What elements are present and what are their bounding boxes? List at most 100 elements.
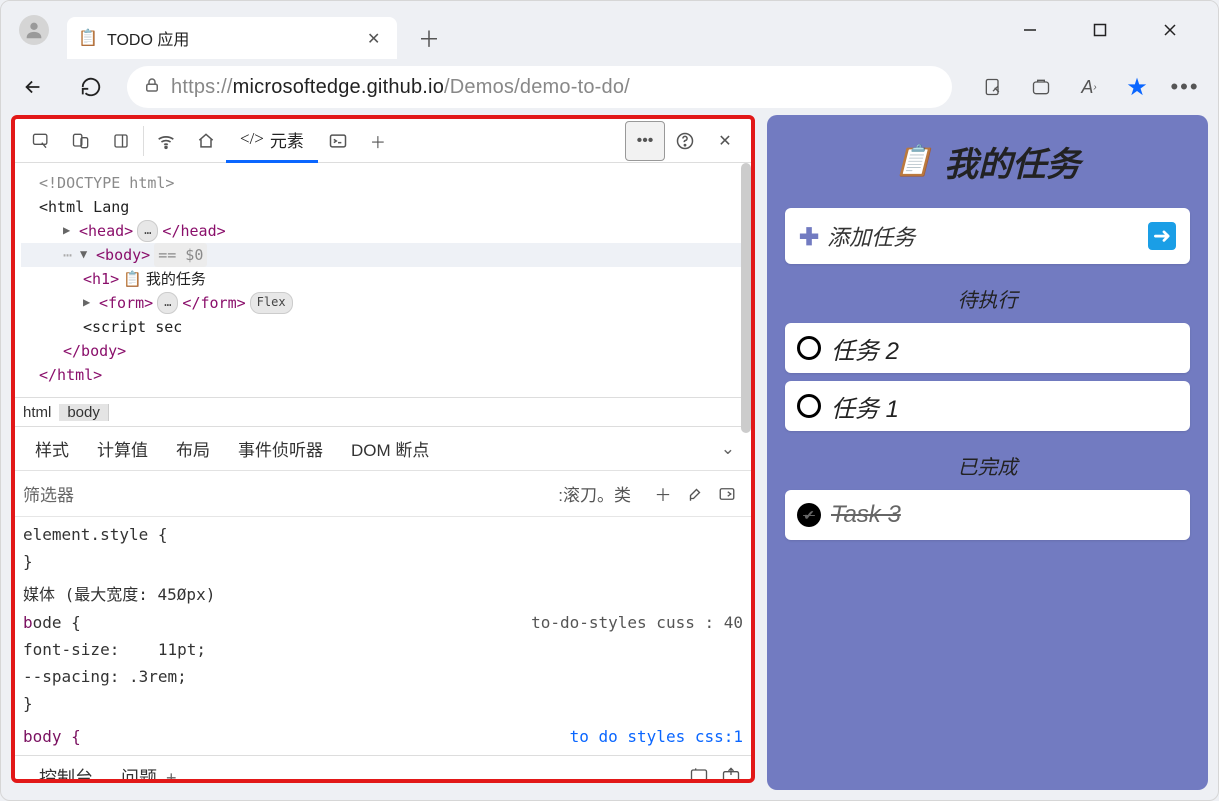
body-selector: b (23, 613, 33, 632)
ellipsis-pill[interactable]: … (157, 292, 178, 313)
task-label: Task 3 (831, 501, 901, 529)
favorites-star-icon[interactable]: ★ (1120, 70, 1154, 104)
maximize-button[interactable] (1080, 10, 1120, 50)
url-text: https://microsoftedge.github.io/Demos/de… (171, 76, 630, 99)
body-selector-rest: ode { (33, 613, 81, 632)
tab-listeners[interactable]: 事件侦听器 (224, 436, 337, 461)
todo-app: 📋我的任务 ✚添加任务 ➜ 待执行 任务 2 任务 1 已完成 ✔Task 3 (767, 115, 1208, 790)
spacing-prop: --spacing: (23, 667, 119, 686)
help-icon[interactable] (665, 121, 705, 161)
filter-input[interactable]: 筛选器 (23, 481, 558, 506)
browser-tab[interactable]: 📋 TODO 应用 ✕ (67, 17, 397, 59)
tab-layout[interactable]: 布局 (162, 436, 224, 461)
close-button[interactable] (1150, 10, 1190, 50)
head-open-tag: <head> (79, 219, 133, 243)
tab-computed[interactable]: 计算值 (83, 436, 162, 461)
task-item-done[interactable]: ✔ Task 3 (785, 490, 1190, 540)
panel-icon[interactable] (711, 485, 743, 503)
styles-content[interactable]: element.style { } 媒体 (最大宽度: 45Øpx) bode … (15, 517, 751, 755)
breadcrumb: html body (15, 397, 751, 427)
edit-icon[interactable] (976, 70, 1010, 104)
dom-tree[interactable]: <!DOCTYPE html> <html Lang ▶ <head> … </… (15, 163, 751, 397)
hov-cls-toggle[interactable]: :滚刀。类 (558, 481, 631, 506)
h1-tag: <h1> (83, 267, 119, 291)
content-area: </> 元素 ＋ ••• ✕ <!DOCTYPE html> <html Lan… (11, 115, 1208, 790)
styles-filter-row: 筛选器 :滚刀。类 ＋ (15, 471, 751, 517)
breadcrumb-body[interactable]: body (59, 404, 109, 421)
tab-dom-breakpoints[interactable]: DOM 断点 (337, 436, 443, 461)
expand-arrow-icon[interactable]: ▶ (83, 293, 95, 312)
body-open-tag: <body> (96, 243, 150, 267)
window-buttons (1010, 10, 1190, 50)
home-icon[interactable] (186, 121, 226, 161)
url-box[interactable]: https://microsoftedge.github.io/Demos/de… (127, 66, 952, 108)
styles-tabs: 样式 计算值 布局 事件侦听器 DOM 断点 ⌄ (15, 427, 751, 471)
device-toggle-icon[interactable] (61, 121, 101, 161)
section-pending-title: 待执行 (785, 284, 1190, 313)
script-tag: <script sec (83, 315, 182, 339)
brush-icon[interactable] (679, 485, 711, 503)
submit-icon[interactable]: ➜ (1148, 222, 1176, 250)
app-icon[interactable] (1024, 70, 1058, 104)
body-selector-2: body { (23, 727, 81, 746)
add-task-input[interactable]: ✚添加任务 ➜ (785, 208, 1190, 264)
unchecked-icon[interactable] (797, 336, 821, 360)
drawer-tab-problems[interactable]: 问题 + (107, 764, 191, 783)
wifi-icon[interactable] (146, 121, 186, 161)
read-aloud-icon[interactable]: A› (1072, 70, 1106, 104)
unchecked-icon[interactable] (797, 394, 821, 418)
drawer-expand-icon[interactable] (721, 765, 741, 784)
scrollbar-thumb[interactable] (741, 163, 751, 433)
doctype: <!DOCTYPE html> (39, 171, 174, 195)
tab-favicon-icon: 📋 (79, 29, 97, 47)
close-devtools-icon[interactable]: ✕ (705, 121, 745, 161)
more-menu-icon[interactable]: ••• (1168, 70, 1202, 104)
media-query: 媒体 (最大宽度: 45Øpx) (23, 585, 215, 604)
drawer-issues-icon[interactable] (689, 765, 709, 784)
devtools-panel: </> 元素 ＋ ••• ✕ <!DOCTYPE html> <html Lan… (11, 115, 755, 783)
tab-elements[interactable]: </> 元素 (226, 119, 318, 163)
more-tools-icon[interactable]: ••• (625, 121, 665, 161)
drawer-tab-console[interactable]: 控制台 (25, 764, 107, 783)
add-tab-icon[interactable]: ＋ (358, 121, 398, 161)
back-button[interactable] (11, 65, 55, 109)
tab-styles[interactable]: 样式 (21, 436, 83, 461)
selected-indicator: == $0 (154, 243, 207, 267)
inspect-icon[interactable] (21, 121, 61, 161)
font-size-prop: font-size: (23, 640, 119, 659)
code-icon: </> (240, 129, 264, 149)
breadcrumb-html[interactable]: html (15, 404, 59, 421)
browser-window: 📋 TODO 应用 ✕ ＋ https://microsoftedge.gith… (0, 0, 1219, 801)
task-item[interactable]: 任务 1 (785, 381, 1190, 431)
tab-close-icon[interactable]: ✕ (367, 29, 385, 47)
dock-icon[interactable] (101, 121, 141, 161)
font-size-val[interactable]: 11pt; (158, 640, 206, 659)
new-style-icon[interactable]: ＋ (647, 481, 679, 506)
flex-badge[interactable]: Flex (250, 292, 293, 313)
toolbar-separator (143, 126, 144, 156)
chevron-down-icon[interactable]: ⌄ (711, 439, 745, 459)
ellipsis-pill[interactable]: … (137, 220, 158, 241)
clipboard-icon: 📋 (123, 267, 142, 291)
style-source-link[interactable]: to-do-styles cuss : 40 (531, 609, 743, 636)
profile-avatar[interactable] (19, 15, 49, 45)
refresh-button[interactable] (69, 65, 113, 109)
section-done-title: 已完成 (785, 451, 1190, 480)
style-source-link-2[interactable]: to do styles css:1 (570, 723, 743, 750)
devtools-drawer: 控制台 问题 + (15, 755, 751, 784)
task-item[interactable]: 任务 2 (785, 323, 1190, 373)
minimize-button[interactable] (1010, 10, 1050, 50)
clipboard-icon: 📋 (895, 144, 932, 179)
devtools-toolbar: </> 元素 ＋ ••• ✕ (15, 119, 751, 163)
new-tab-button[interactable]: ＋ (409, 18, 449, 58)
expand-arrow-icon[interactable]: ▶ (63, 221, 75, 240)
ellipsis-icon: ⋯ (63, 243, 72, 267)
address-bar: https://microsoftedge.github.io/Demos/de… (1, 59, 1218, 115)
brace-close: } (23, 548, 743, 575)
spacing-val[interactable]: .3rem; (129, 667, 187, 686)
collapse-arrow-icon[interactable]: ▼ (80, 245, 92, 264)
checked-icon[interactable]: ✔ (797, 503, 821, 527)
html-close-tag: </html> (39, 363, 102, 387)
brace-close-2: } (23, 690, 743, 717)
console-icon[interactable] (318, 121, 358, 161)
